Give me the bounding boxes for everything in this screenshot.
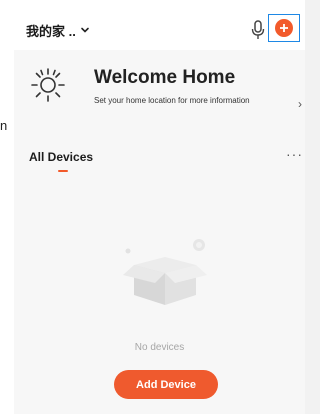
add-button[interactable] [268, 14, 300, 42]
add-circle-icon [275, 19, 293, 37]
chevron-right-icon[interactable]: › [298, 97, 302, 111]
left-edge-text: n [0, 118, 8, 133]
home-name: 我的家 .. [26, 23, 76, 39]
devices-header: All Devices ··· [14, 146, 305, 182]
main-card: Welcome Home Set your home location for … [14, 50, 305, 414]
tab-active-indicator [58, 170, 68, 172]
welcome-title: Welcome Home [94, 67, 236, 88]
welcome-subtitle[interactable]: Set your home location for more informat… [94, 96, 264, 106]
left-edge-strip: n [0, 0, 14, 414]
tab-all-devices[interactable]: All Devices [29, 150, 93, 164]
empty-box-illustration [123, 239, 207, 305]
more-options-icon[interactable]: ··· [286, 146, 303, 162]
add-device-button[interactable]: Add Device [114, 370, 218, 399]
home-selector[interactable]: 我的家 .. [26, 20, 90, 40]
chevron-down-icon [81, 27, 89, 33]
top-bar: 我的家 .. [14, 0, 305, 50]
sun-icon [31, 68, 65, 102]
empty-state-text: No devices [134, 342, 185, 353]
microphone-icon[interactable] [250, 19, 266, 41]
